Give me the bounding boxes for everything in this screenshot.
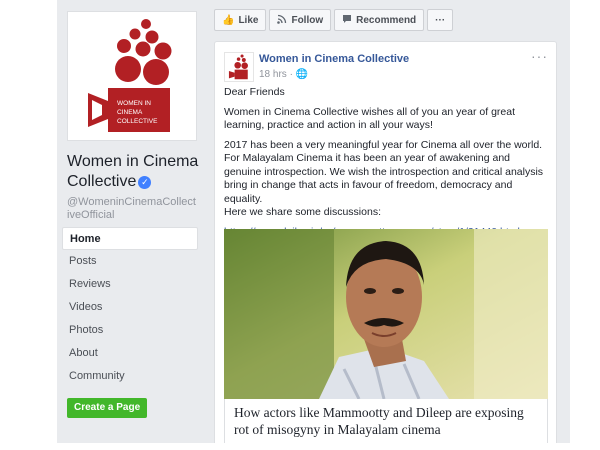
link-preview-title[interactable]: How actors like Mammootty and Dileep are… [224,399,548,443]
page-nav: Home Posts Reviews Videos Photos About C… [62,227,198,388]
like-label: Like [238,14,259,26]
page-title[interactable]: Women in Cinema Collective ✓ [67,152,207,192]
follow-label: Follow [291,14,324,26]
logo-line-1: WOMEN IN [117,100,151,107]
create-page-button[interactable]: Create a Page [67,398,148,418]
page-title-text: Women in Cinema Collective [67,153,199,190]
page-action-bar: 👍 Like Follow Recommend ··· [214,9,454,31]
post-author-link[interactable]: Women in Cinema Collective [259,53,409,65]
nav-reviews[interactable]: Reviews [62,273,198,296]
nav-home[interactable]: Home [62,227,198,250]
post-card: Women in Cinema Collective 18 hrs · 🌐 ··… [214,41,557,443]
post-paragraph-2: 2017 has been a very meaningful year for… [224,138,544,205]
like-button[interactable]: 👍 Like [214,9,267,31]
follow-button[interactable]: Follow [269,9,332,31]
nav-posts[interactable]: Posts [62,250,198,273]
actor-photo [224,229,548,399]
nav-videos[interactable]: Videos [62,296,198,319]
post-time-text: 18 hrs · [259,69,296,80]
wcc-avatar-icon [228,54,248,80]
post-paragraph-1: Women in Cinema Collective wishes all of… [224,105,516,132]
post-avatar[interactable] [224,52,254,82]
post-paragraph-3: Here we share some discussions: [224,206,381,218]
page-profile-logo[interactable]: WOMEN IN CINEMA COLLECTIVE [67,11,197,141]
speech-bubble-icon [342,14,352,27]
link-preview-image[interactable] [224,229,548,399]
post-timestamp[interactable]: 18 hrs · 🌐 [259,69,308,80]
recommend-button[interactable]: Recommend [334,9,425,31]
post-options-button[interactable]: ··· [531,48,548,64]
thumbs-up-icon: 👍 [222,14,235,26]
globe-icon: 🌐 [295,69,309,80]
verified-badge-icon: ✓ [138,176,152,189]
logo-line-2: CINEMA [117,109,143,116]
post-greeting: Dear Friends [224,86,285,98]
more-actions-button[interactable]: ··· [427,9,454,31]
post-text: Dear Friends Women in Cinema Collective … [224,86,550,245]
nav-about[interactable]: About [62,342,198,365]
logo-line-3: COLLECTIVE [117,118,158,125]
rss-icon [277,14,287,27]
wcc-logo-icon: WOMEN IN CINEMA COLLECTIVE [88,19,172,132]
recommend-label: Recommend [356,14,417,26]
nav-photos[interactable]: Photos [62,319,198,342]
page-handle[interactable]: @WomeninCinemaCollectiveOfficial [67,196,197,222]
nav-community[interactable]: Community [62,365,198,388]
